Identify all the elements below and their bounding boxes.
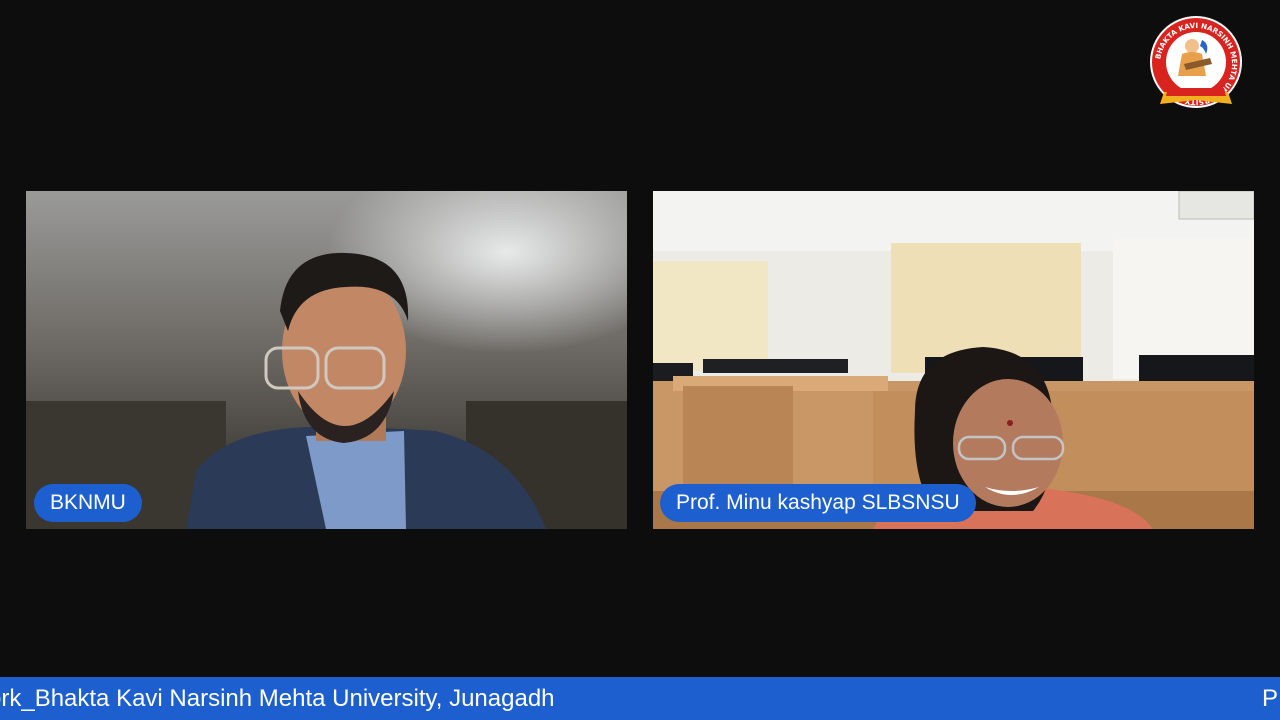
ticker-text-next: P — [1262, 685, 1279, 712]
scrolling-ticker: ork_Bhakta Kavi Narsinh Mehta University… — [0, 677, 1280, 720]
participant-video-feed — [26, 191, 627, 529]
meeting-stage: BHAKTA KAVI NARSINH MEHTA UNIVERSITY — [0, 0, 1280, 720]
participant-name-label: BKNMU — [34, 484, 142, 522]
participant-video-tile[interactable]: Prof. Minu kashyap SLBSNSU — [653, 191, 1254, 529]
participant-video-tile[interactable]: BKNMU — [26, 191, 627, 529]
ticker-text: ork_Bhakta Kavi Narsinh Mehta University… — [0, 685, 555, 712]
participant-video-feed — [653, 191, 1254, 529]
university-emblem-icon: BHAKTA KAVI NARSINH MEHTA UNIVERSITY — [1146, 14, 1246, 114]
participant-name-label: Prof. Minu kashyap SLBSNSU — [660, 484, 976, 522]
